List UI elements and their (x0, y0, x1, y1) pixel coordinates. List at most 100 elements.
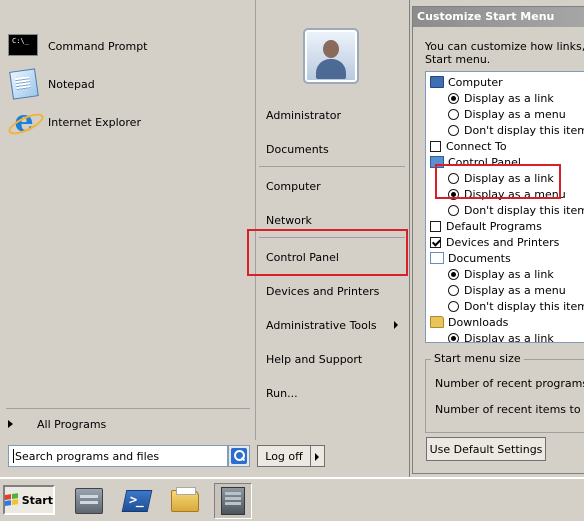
recent-items-label: Number of recent items to displ (435, 403, 584, 416)
radio-button[interactable] (448, 284, 459, 296)
option-radio[interactable]: Don't display this item (448, 122, 584, 138)
taskbar-powershell[interactable]: >_ (118, 483, 156, 519)
option-label: Documents (448, 251, 511, 265)
start-label: Start (21, 493, 53, 507)
options-list[interactable]: Computer Display as a link Display as a … (425, 71, 584, 343)
link-run[interactable]: Run... (266, 383, 404, 403)
checkbox[interactable] (430, 140, 441, 152)
option-label: Display as a menu (464, 187, 566, 201)
start-menu-size-group (425, 359, 584, 433)
option-checkbox[interactable]: Devices and Printers (430, 234, 559, 250)
option-label: Devices and Printers (446, 235, 560, 249)
program-command-prompt[interactable]: C:\_ Command Prompt (8, 30, 248, 62)
folder-icon (430, 316, 444, 328)
option-label: Default Programs (446, 219, 542, 233)
radio-button[interactable] (448, 332, 459, 342)
recent-programs-label: Number of recent programs to (435, 377, 584, 390)
option-radio[interactable]: Don't display this item (448, 298, 584, 314)
all-programs-button[interactable]: All Programs (8, 414, 248, 434)
task-manager-icon (221, 487, 245, 515)
computer-icon (430, 76, 444, 88)
option-label: Display as a link (464, 171, 554, 185)
link-label: Network (266, 213, 312, 227)
link-devices-and-printers[interactable]: Devices and Printers (266, 281, 404, 301)
button-label: Use Default Settings (429, 442, 543, 456)
program-label: Notepad (48, 77, 95, 91)
link-label: Help and Support (266, 352, 363, 366)
powershell-icon: >_ (121, 490, 153, 512)
option-radio[interactable]: Don't display this item (448, 202, 584, 218)
option-control-panel: Control Panel (430, 154, 521, 170)
option-label: Don't display this item (464, 123, 584, 137)
option-label: Control Panel (448, 155, 521, 169)
radio-button[interactable] (448, 204, 459, 216)
option-radio[interactable]: Display as a link (448, 170, 554, 186)
option-checkbox[interactable]: Default Programs (430, 218, 542, 234)
pinned-programs-pane: C:\_ Command Prompt Notepad e Internet E… (0, 0, 256, 440)
documents-icon (430, 252, 444, 264)
radio-button[interactable] (448, 92, 459, 104)
search-input[interactable]: Search programs and files (8, 445, 228, 467)
arrow-right-icon (8, 420, 13, 428)
option-label: Don't display this item (464, 203, 584, 217)
option-radio[interactable]: Display as a menu (448, 186, 566, 202)
link-label: Administrative Tools (266, 318, 377, 332)
program-label: Internet Explorer (48, 115, 141, 129)
link-computer[interactable]: Computer (266, 176, 404, 196)
shutdown-options-button[interactable] (311, 445, 325, 467)
link-label: Devices and Printers (266, 284, 380, 298)
search-button[interactable] (228, 445, 250, 467)
program-notepad[interactable]: Notepad (8, 68, 248, 100)
link-label: Control Panel (266, 250, 339, 264)
program-label: Command Prompt (48, 39, 148, 53)
option-radio[interactable]: Display as a menu (448, 282, 566, 298)
search-placeholder: Search programs and files (15, 449, 160, 463)
radio-button[interactable] (448, 172, 459, 184)
option-label: Display as a menu (464, 283, 566, 297)
start-button[interactable]: Start (3, 485, 55, 515)
option-radio[interactable]: Display as a link (448, 330, 554, 343)
option-label: Display as a link (464, 331, 554, 343)
use-default-settings-button[interactable]: Use Default Settings (426, 437, 546, 461)
option-documents: Documents (430, 250, 511, 266)
link-administrator[interactable]: Administrator (266, 105, 404, 125)
separator (6, 408, 250, 409)
taskbar-windows-explorer[interactable] (166, 483, 204, 519)
log-off-label: Log off (265, 449, 303, 463)
option-label: Downloads (448, 315, 509, 329)
program-internet-explorer[interactable]: e Internet Explorer (8, 106, 248, 138)
log-off-button[interactable]: Log off (257, 445, 311, 467)
link-network[interactable]: Network (266, 210, 404, 230)
option-radio[interactable]: Display as a link (448, 90, 554, 106)
option-label: Connect To (446, 139, 507, 153)
radio-button[interactable] (448, 268, 459, 280)
option-radio[interactable]: Display as a link (448, 266, 554, 282)
checkbox[interactable] (430, 236, 441, 248)
start-menu: C:\_ Command Prompt Notepad e Internet E… (0, 0, 410, 477)
internet-explorer-icon: e (8, 106, 40, 138)
avatar[interactable] (303, 28, 359, 84)
taskbar-task-manager[interactable] (214, 483, 252, 519)
taskbar-server-manager[interactable] (70, 483, 108, 519)
option-label: Don't display this item (464, 299, 584, 313)
windows-logo-icon (5, 493, 19, 507)
link-administrative-tools[interactable]: Administrative Tools (266, 315, 404, 335)
dialog-title[interactable]: Customize Start Menu (413, 7, 584, 27)
option-checkbox[interactable]: Connect To (430, 138, 507, 154)
radio-button[interactable] (448, 124, 459, 136)
customize-start-menu-dialog: Customize Start Menu You can customize h… (412, 6, 584, 474)
command-prompt-icon: C:\_ (8, 30, 40, 62)
link-label: Documents (266, 142, 329, 156)
system-links-pane: Administrator Documents Computer Network… (257, 0, 410, 477)
radio-button[interactable] (448, 300, 459, 312)
radio-button[interactable] (448, 108, 459, 120)
link-help-and-support[interactable]: Help and Support (266, 349, 404, 369)
link-documents[interactable]: Documents (266, 139, 404, 159)
description-line: Start menu. (425, 53, 491, 66)
option-radio[interactable]: Display as a menu (448, 106, 566, 122)
option-downloads: Downloads (430, 314, 508, 330)
separator (259, 237, 405, 238)
radio-button[interactable] (448, 188, 459, 200)
link-control-panel[interactable]: Control Panel (266, 247, 404, 267)
checkbox[interactable] (430, 220, 441, 232)
